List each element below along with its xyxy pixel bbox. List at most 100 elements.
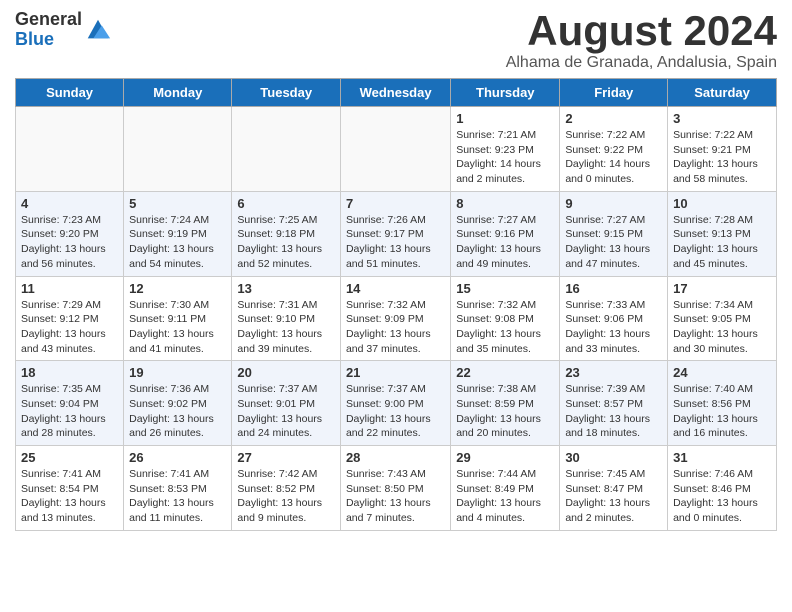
day-info: Sunrise: 7:43 AM Sunset: 8:50 PM Dayligh… (346, 467, 445, 526)
day-number: 24 (673, 365, 771, 380)
day-info: Sunrise: 7:27 AM Sunset: 9:16 PM Dayligh… (456, 213, 554, 272)
day-number: 26 (129, 450, 226, 465)
table-row: 31 Sunrise: 7:46 AM Sunset: 8:46 PM Dayli… (668, 446, 777, 531)
calendar-week-row: 4 Sunrise: 7:23 AM Sunset: 9:20 PM Daylig… (16, 191, 777, 276)
page-container: General Blue August 2024 Alhama de Grana… (0, 0, 792, 541)
table-row: 21 Sunrise: 7:37 AM Sunset: 9:00 PM Dayli… (340, 361, 450, 446)
table-row: 15Sunrise: 7:32 AM Sunset: 9:08 PM Dayli… (451, 276, 560, 361)
day-number: 21 (346, 365, 445, 380)
calendar-body: 1 Sunrise: 7:21 AM Sunset: 9:23 PM Daylig… (16, 107, 777, 531)
table-row: 28 Sunrise: 7:43 AM Sunset: 8:50 PM Dayli… (340, 446, 450, 531)
day-number: 15 (456, 281, 554, 296)
day-number: 28 (346, 450, 445, 465)
day-info: Sunrise: 7:33 AM Sunset: 9:06 PM Dayligh… (565, 298, 662, 357)
logo-blue: Blue (15, 30, 82, 50)
table-row: 13 Sunrise: 7:31 AM Sunset: 9:10 PM Dayli… (232, 276, 341, 361)
table-row: 29Sunrise: 7:44 AM Sunset: 8:49 PM Dayli… (451, 446, 560, 531)
day-info: Sunrise: 7:46 AM Sunset: 8:46 PM Dayligh… (673, 467, 771, 526)
day-number: 13 (237, 281, 335, 296)
day-info: Sunrise: 7:22 AM Sunset: 9:22 PM Dayligh… (565, 128, 662, 187)
table-row: 4 Sunrise: 7:23 AM Sunset: 9:20 PM Daylig… (16, 191, 124, 276)
table-row: 5 Sunrise: 7:24 AM Sunset: 9:19 PM Daylig… (124, 191, 232, 276)
day-number: 19 (129, 365, 226, 380)
day-number: 12 (129, 281, 226, 296)
header: General Blue August 2024 Alhama de Grana… (15, 10, 777, 72)
table-row: 9 Sunrise: 7:27 AM Sunset: 9:15 PM Daylig… (560, 191, 668, 276)
calendar-week-row: 25Sunrise: 7:41 AM Sunset: 8:54 PM Dayli… (16, 446, 777, 531)
table-row: 18 Sunrise: 7:35 AM Sunset: 9:04 PM Dayli… (16, 361, 124, 446)
day-info: Sunrise: 7:37 AM Sunset: 9:01 PM Dayligh… (237, 382, 335, 441)
calendar-week-row: 1 Sunrise: 7:21 AM Sunset: 9:23 PM Daylig… (16, 107, 777, 192)
table-row (16, 107, 124, 192)
day-info: Sunrise: 7:40 AM Sunset: 8:56 PM Dayligh… (673, 382, 771, 441)
col-wednesday: Wednesday (340, 79, 450, 107)
day-info: Sunrise: 7:35 AM Sunset: 9:04 PM Dayligh… (21, 382, 118, 441)
col-sunday: Sunday (16, 79, 124, 107)
day-info: Sunrise: 7:23 AM Sunset: 9:20 PM Dayligh… (21, 213, 118, 272)
day-info: Sunrise: 7:24 AM Sunset: 9:19 PM Dayligh… (129, 213, 226, 272)
day-info: Sunrise: 7:36 AM Sunset: 9:02 PM Dayligh… (129, 382, 226, 441)
day-number: 8 (456, 196, 554, 211)
day-info: Sunrise: 7:39 AM Sunset: 8:57 PM Dayligh… (565, 382, 662, 441)
day-number: 5 (129, 196, 226, 211)
day-number: 4 (21, 196, 118, 211)
table-row: 2Sunrise: 7:22 AM Sunset: 9:22 PM Daylig… (560, 107, 668, 192)
day-info: Sunrise: 7:32 AM Sunset: 9:09 PM Dayligh… (346, 298, 445, 357)
day-number: 27 (237, 450, 335, 465)
month-title: August 2024 (506, 10, 777, 52)
day-number: 17 (673, 281, 771, 296)
day-number: 14 (346, 281, 445, 296)
day-info: Sunrise: 7:28 AM Sunset: 9:13 PM Dayligh… (673, 213, 771, 272)
day-number: 25 (21, 450, 118, 465)
table-row: 1 Sunrise: 7:21 AM Sunset: 9:23 PM Daylig… (451, 107, 560, 192)
day-number: 22 (456, 365, 554, 380)
day-info: Sunrise: 7:26 AM Sunset: 9:17 PM Dayligh… (346, 213, 445, 272)
day-number: 11 (21, 281, 118, 296)
table-row: 30Sunrise: 7:45 AM Sunset: 8:47 PM Dayli… (560, 446, 668, 531)
calendar-week-row: 11 Sunrise: 7:29 AM Sunset: 9:12 PM Dayli… (16, 276, 777, 361)
day-number: 31 (673, 450, 771, 465)
calendar-table: Sunday Monday Tuesday Wednesday Thursday… (15, 78, 777, 531)
day-number: 3 (673, 111, 771, 126)
col-thursday: Thursday (451, 79, 560, 107)
day-number: 1 (456, 111, 554, 126)
table-row: 16 Sunrise: 7:33 AM Sunset: 9:06 PM Dayli… (560, 276, 668, 361)
day-number: 18 (21, 365, 118, 380)
day-number: 20 (237, 365, 335, 380)
table-row (340, 107, 450, 192)
table-row: 3Sunrise: 7:22 AM Sunset: 9:21 PM Daylig… (668, 107, 777, 192)
logo-icon (84, 16, 112, 44)
table-row (232, 107, 341, 192)
table-row: 7 Sunrise: 7:26 AM Sunset: 9:17 PM Daylig… (340, 191, 450, 276)
day-info: Sunrise: 7:42 AM Sunset: 8:52 PM Dayligh… (237, 467, 335, 526)
table-row: 11 Sunrise: 7:29 AM Sunset: 9:12 PM Dayli… (16, 276, 124, 361)
day-info: Sunrise: 7:29 AM Sunset: 9:12 PM Dayligh… (21, 298, 118, 357)
day-info: Sunrise: 7:37 AM Sunset: 9:00 PM Dayligh… (346, 382, 445, 441)
table-row: 14 Sunrise: 7:32 AM Sunset: 9:09 PM Dayli… (340, 276, 450, 361)
table-row: 24 Sunrise: 7:40 AM Sunset: 8:56 PM Dayli… (668, 361, 777, 446)
table-row: 27 Sunrise: 7:42 AM Sunset: 8:52 PM Dayli… (232, 446, 341, 531)
table-row: 19 Sunrise: 7:36 AM Sunset: 9:02 PM Dayli… (124, 361, 232, 446)
table-row: 17Sunrise: 7:34 AM Sunset: 9:05 PM Dayli… (668, 276, 777, 361)
table-row: 6Sunrise: 7:25 AM Sunset: 9:18 PM Daylig… (232, 191, 341, 276)
day-number: 23 (565, 365, 662, 380)
title-section: August 2024 Alhama de Granada, Andalusia… (506, 10, 777, 72)
day-info: Sunrise: 7:27 AM Sunset: 9:15 PM Dayligh… (565, 213, 662, 272)
day-number: 16 (565, 281, 662, 296)
calendar-header-row: Sunday Monday Tuesday Wednesday Thursday… (16, 79, 777, 107)
day-info: Sunrise: 7:31 AM Sunset: 9:10 PM Dayligh… (237, 298, 335, 357)
location-title: Alhama de Granada, Andalusia, Spain (506, 54, 777, 72)
col-monday: Monday (124, 79, 232, 107)
day-number: 9 (565, 196, 662, 211)
day-info: Sunrise: 7:30 AM Sunset: 9:11 PM Dayligh… (129, 298, 226, 357)
day-info: Sunrise: 7:45 AM Sunset: 8:47 PM Dayligh… (565, 467, 662, 526)
col-friday: Friday (560, 79, 668, 107)
table-row (124, 107, 232, 192)
day-number: 7 (346, 196, 445, 211)
table-row: 10 Sunrise: 7:28 AM Sunset: 9:13 PM Dayli… (668, 191, 777, 276)
logo-general: General (15, 10, 82, 30)
table-row: 12 Sunrise: 7:30 AM Sunset: 9:11 PM Dayli… (124, 276, 232, 361)
day-number: 10 (673, 196, 771, 211)
day-info: Sunrise: 7:21 AM Sunset: 9:23 PM Dayligh… (456, 128, 554, 187)
table-row: 22Sunrise: 7:38 AM Sunset: 8:59 PM Dayli… (451, 361, 560, 446)
